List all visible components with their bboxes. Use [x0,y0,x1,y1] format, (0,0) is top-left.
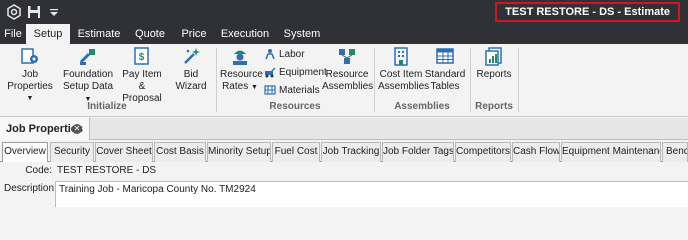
app-logo-icon[interactable] [6,4,22,20]
job-properties-icon [21,48,38,64]
reports-label: Reports [476,69,512,80]
pay-item-icon: $ [134,47,149,65]
group-divider [518,48,519,112]
standard-tables-button[interactable]: Standard Tables [424,46,466,93]
tab-job-folder-tags[interactable]: Job Folder Tags [382,142,454,162]
tab-execution[interactable]: Execution [216,24,274,44]
reports-icon [485,47,502,66]
labor-button[interactable]: Labor [264,48,305,62]
description-field[interactable]: Training Job - Maricopa County No. TM292… [55,181,688,207]
resource-rates-label-1: Resource [220,69,263,80]
resource-assemblies-button[interactable]: Resource Assemblies [322,46,374,93]
equipment-button[interactable]: Equipment [264,66,327,80]
resource-rates-button[interactable]: Resource Rates ▼ [220,46,263,94]
labor-icon [265,49,275,60]
cost-item-assemblies-label-2: Assemblies [378,81,430,92]
tab-fuel-cost[interactable]: Fuel Cost [272,142,320,162]
dropdown-caret-icon[interactable] [46,4,62,20]
labor-label: Labor [279,49,305,60]
bid-wizard-icon [184,48,200,64]
cost-item-assemblies-button[interactable]: Cost Item Assemblies [378,46,430,93]
standard-tables-label-2: Tables [430,81,460,92]
tab-quote[interactable]: Quote [128,24,172,44]
tab-file[interactable]: File [0,24,26,44]
group-divider [216,48,217,112]
group-label-reports: Reports [475,101,513,112]
group-label-resources: Resources [269,101,321,112]
standard-tables-icon [436,48,454,64]
equipment-label: Equipment [279,67,327,78]
save-icon[interactable] [26,4,42,20]
foundation-setup-icon [79,49,95,65]
ribbon: Job Properties ▼ Foundation Setup Data ▼… [0,44,688,117]
group-divider [374,48,375,112]
close-icon[interactable]: ✕ [72,124,82,134]
group-divider [470,48,471,112]
tab-setup[interactable]: Setup [26,24,70,44]
pay-item-proposal-button[interactable]: $ Pay Item & Proposal [118,46,166,105]
document-tab-job-properties[interactable]: Job Properties ✕ [0,118,90,140]
title-bar: TEST RESTORE - DS - Estimate [0,0,688,24]
pay-item-label-1: Pay Item & [122,69,162,92]
code-label: Code: [25,165,52,176]
foundation-setup-data-button[interactable]: Foundation Setup Data ▼ [62,46,114,106]
equipment-icon [265,67,276,78]
group-label-initialize: Initialize [87,101,127,112]
code-value: TEST RESTORE - DS [57,165,157,176]
tab-competitors[interactable]: Competitors [455,142,511,162]
section-tabs: Overview Security Cover Sheet Cost Basis… [0,141,688,163]
menu-bar: File Setup Estimate Quote Price Executio… [0,24,688,44]
tab-cover-sheet[interactable]: Cover Sheet [95,142,153,162]
resource-rates-label-2: Rates [222,81,249,92]
chevron-down-icon: ▼ [250,84,258,91]
tab-system[interactable]: System [278,24,326,44]
job-properties-label: Job Properties [7,69,53,92]
group-label-assemblies: Assemblies [394,101,450,112]
overview-panel: Code: TEST RESTORE - DS Description: Tra… [0,162,688,207]
bid-wizard-label: Bid Wizard [175,69,207,92]
cost-item-assemblies-icon [394,47,408,66]
bid-wizard-button[interactable]: Bid Wizard [168,46,214,93]
resource-assemblies-icon [339,49,355,64]
materials-button[interactable]: Materials [264,84,320,98]
foundation-setup-label-2: Setup Data [62,81,114,92]
tab-bench[interactable]: Bench [662,142,688,162]
tab-overview[interactable]: Overview [2,142,48,163]
description-label: Description: [4,183,57,194]
tab-equipment-maintenance[interactable]: Equipment Maintenance [561,142,661,162]
resource-assemblies-label-1: Resource [325,69,369,80]
materials-icon [264,85,276,95]
job-properties-button[interactable]: Job Properties ▼ [2,46,58,105]
document-tab-strip: Job Properties ✕ [0,118,688,140]
tab-job-tracking[interactable]: Job Tracking [321,142,381,162]
tab-price[interactable]: Price [174,24,214,44]
window-title: TEST RESTORE - DS - Estimate [495,2,680,22]
tab-estimate[interactable]: Estimate [72,24,126,44]
tab-minority-setup[interactable]: Minority Setup [207,142,271,162]
materials-label: Materials [279,85,320,96]
cost-item-assemblies-label-1: Cost Item [379,69,423,80]
standard-tables-label-1: Standard [424,69,466,80]
svg-text:$: $ [139,52,145,63]
resource-rates-icon [233,50,247,65]
tab-cost-basis[interactable]: Cost Basis [154,142,206,162]
tab-security[interactable]: Security [50,142,94,162]
reports-button[interactable]: Reports [474,46,514,81]
resource-assemblies-label-2: Assemblies [322,81,374,92]
tab-cash-flow[interactable]: Cash Flow [512,142,560,162]
description-value: Training Job - Maricopa County No. TM292… [59,184,256,195]
foundation-setup-label-1: Foundation [62,69,114,80]
